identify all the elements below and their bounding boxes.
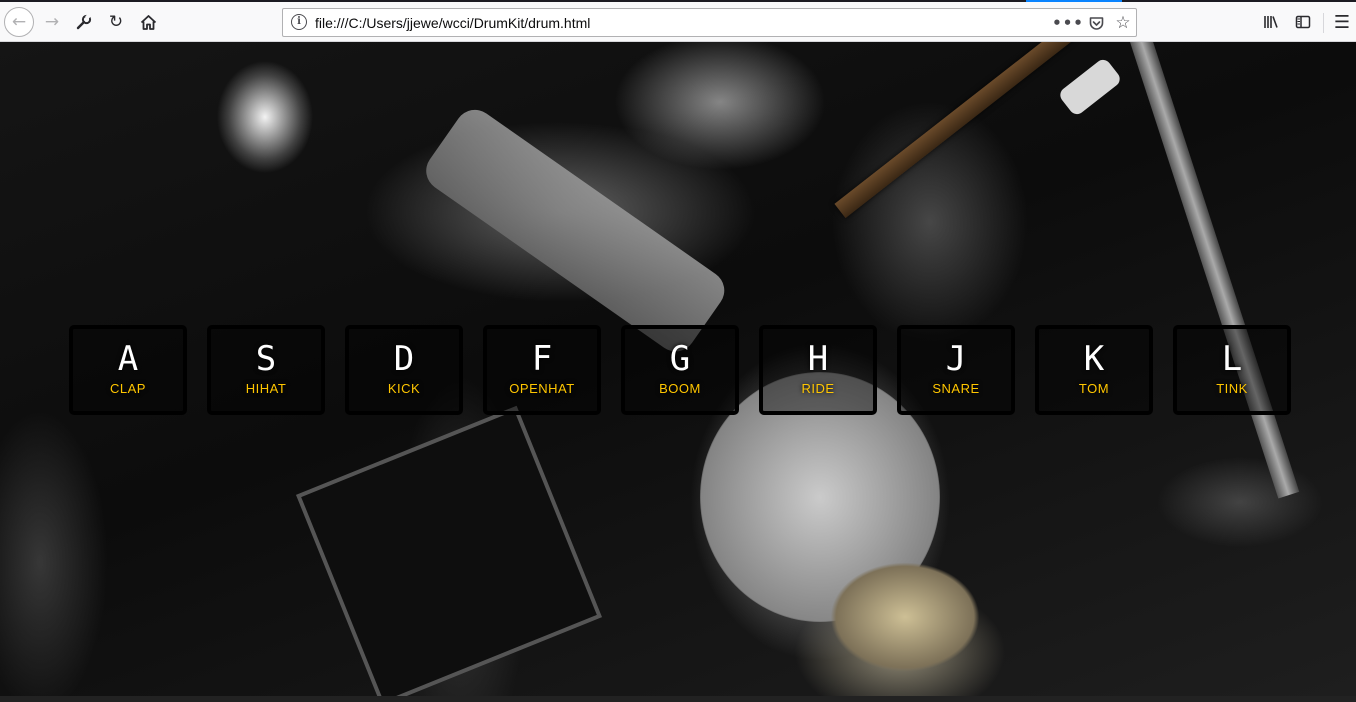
pocket-icon [1089, 16, 1103, 30]
reload-button[interactable]: ↻ [101, 7, 131, 37]
sound-label: HIHAT [245, 381, 287, 396]
open-menu-button[interactable]: ☰ [1328, 8, 1356, 36]
drum-keys: A CLAP S HIHAT D KICK F OPENHAT G BOOM H… [69, 325, 1291, 415]
back-arrow-icon: ← [11, 12, 27, 32]
key-letter: L [1221, 339, 1243, 379]
hamburger-menu-icon: ☰ [1333, 11, 1351, 33]
drum-key-k[interactable]: K TOM [1035, 325, 1153, 415]
sound-label: CLAP [110, 381, 146, 396]
sound-label: OPENHAT [509, 381, 575, 396]
sound-label: SNARE [932, 381, 980, 396]
address-bar[interactable]: i file:///C:/Users/jjewe/wcci/DrumKit/dr… [282, 8, 1137, 37]
sound-label: TOM [1078, 381, 1110, 396]
url-text[interactable]: file:///C:/Users/jjewe/wcci/DrumKit/drum… [315, 15, 590, 31]
developer-tools-button[interactable] [69, 7, 99, 37]
library-button[interactable] [1257, 8, 1285, 36]
window-bottom-edge [0, 696, 1356, 702]
sound-label: BOOM [659, 381, 701, 396]
background-photo-detail [834, 42, 1106, 219]
library-icon [1264, 16, 1278, 28]
key-letter: A [117, 339, 139, 379]
forward-arrow-icon: → [44, 12, 60, 32]
sidebar-icon [1295, 15, 1311, 29]
drum-key-f[interactable]: F OPENHAT [483, 325, 601, 415]
background-photo-detail [1130, 42, 1300, 499]
background-photo-detail [830, 562, 980, 672]
sound-label: RIDE [801, 381, 835, 396]
drum-key-d[interactable]: D KICK [345, 325, 463, 415]
page-actions-button[interactable]: ••• [1052, 12, 1083, 34]
background-photo-detail [1057, 56, 1123, 118]
browser-toolbar: ← → ↻ i file:///C:/Users/jjewe/wcci/Drum… [0, 2, 1356, 42]
drum-kit-page: A CLAP S HIHAT D KICK F OPENHAT G BOOM H… [0, 42, 1356, 696]
key-letter: G [669, 339, 691, 379]
drum-key-a[interactable]: A CLAP [69, 325, 187, 415]
home-icon [140, 14, 156, 30]
drum-key-s[interactable]: S HIHAT [207, 325, 325, 415]
reload-icon: ↻ [108, 12, 124, 32]
info-icon[interactable]: i [291, 14, 307, 30]
back-button[interactable]: ← [4, 7, 34, 37]
wrench-icon [76, 14, 92, 30]
key-letter: F [531, 339, 553, 379]
forward-button[interactable]: → [37, 7, 67, 37]
sound-label: TINK [1216, 381, 1248, 396]
star-icon: ☆ [1115, 13, 1131, 33]
drum-key-h[interactable]: H RIDE [759, 325, 877, 415]
key-letter: H [807, 339, 829, 379]
key-letter: S [255, 339, 277, 379]
toolbar-separator [1323, 13, 1324, 33]
background-photo-detail [295, 405, 603, 696]
sidebar-toggle-button[interactable] [1289, 8, 1317, 36]
bookmark-star-button[interactable]: ☆ [1112, 12, 1134, 34]
sound-label: KICK [387, 381, 421, 396]
key-letter: J [945, 339, 967, 379]
key-letter: K [1083, 339, 1105, 379]
pocket-button[interactable] [1085, 12, 1107, 34]
drum-key-g[interactable]: G BOOM [621, 325, 739, 415]
more-icon: ••• [1052, 14, 1084, 32]
drum-key-l[interactable]: L TINK [1173, 325, 1291, 415]
background-photo-detail [418, 102, 733, 360]
key-letter: D [393, 339, 415, 379]
home-button[interactable] [133, 7, 163, 37]
drum-key-j[interactable]: J SNARE [897, 325, 1015, 415]
